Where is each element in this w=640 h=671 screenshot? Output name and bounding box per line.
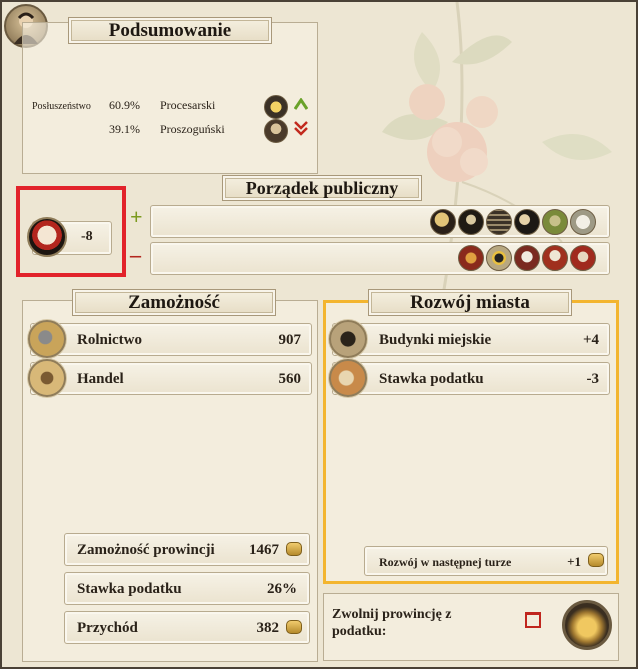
trade-icon xyxy=(28,359,66,397)
development-next-turn-label: Rozwój w następnej turze xyxy=(379,555,512,569)
minus-sign: – xyxy=(130,242,141,267)
tax-rate-icon xyxy=(329,359,367,397)
development-row-label: Stawka podatku xyxy=(379,371,484,387)
development-title: Rozwój miasta xyxy=(368,289,572,316)
obedience-label: Posłuszeństwo xyxy=(32,101,91,112)
skull-icon[interactable] xyxy=(570,245,596,271)
town-buildings-icon xyxy=(329,320,367,358)
wealth-row-label: Rolnictwo xyxy=(77,332,142,348)
wealth-row-label: Handel xyxy=(77,371,124,387)
treasury-coins-icon[interactable] xyxy=(562,600,612,650)
development-row-label: Budynki miejskie xyxy=(379,332,492,348)
wealth-title: Zamożność xyxy=(72,289,276,316)
faction-percent-2: 39.1% xyxy=(109,122,140,136)
scholar-icon[interactable] xyxy=(430,209,456,235)
public-order-positive-bar xyxy=(150,205,610,238)
development-next-turn-value: +1 xyxy=(567,554,581,569)
farming-icon xyxy=(28,320,66,358)
wealth-total-province: Zamożność prowincji 1467 xyxy=(64,533,310,566)
wealth-total-value: 382 xyxy=(256,620,280,636)
food-icon[interactable] xyxy=(570,209,596,235)
wealth-row-trade[interactable]: Handel 560 xyxy=(30,362,312,395)
faction-name-2: Proszoguński xyxy=(160,122,225,136)
development-row-value: -3 xyxy=(586,371,600,387)
development-row-tax-rate[interactable]: Stawka podatku -3 xyxy=(332,362,610,395)
taxes-icon[interactable] xyxy=(458,245,484,271)
tax-exempt-label: Zwolnij prowincję z podatku: xyxy=(332,607,452,639)
tax-exempt-checkbox[interactable] xyxy=(525,612,541,628)
wealth-total-label: Przychód xyxy=(77,620,138,636)
wealth-total-value: 1467 xyxy=(249,542,279,558)
development-next-turn: Rozwój w następnej turze +1 xyxy=(364,546,608,576)
disorder-icon[interactable] xyxy=(486,245,512,271)
public-order-portrait-icon xyxy=(27,217,67,257)
faction-percent-1: 60.9% xyxy=(109,98,140,112)
religion-icon[interactable] xyxy=(514,245,540,271)
summary-title: Podsumowanie xyxy=(68,17,272,44)
wealth-total-income: Przychód 382 xyxy=(64,611,310,644)
coin-icon xyxy=(286,542,302,556)
faction-icon[interactable] xyxy=(542,209,568,235)
building-icon[interactable] xyxy=(486,209,512,235)
coin-icon xyxy=(588,553,604,567)
wealth-total-value: 26% xyxy=(267,581,297,597)
faction-name-1: Procesarski xyxy=(160,98,216,112)
procesarski-faction-icon[interactable] xyxy=(264,95,288,119)
proszogunski-faction-icon[interactable] xyxy=(264,119,288,143)
public-order-title: Porządek publiczny xyxy=(222,175,422,201)
trend-down-icon xyxy=(294,121,308,136)
wealth-row-value: 907 xyxy=(278,332,302,348)
wealth-row-value: 560 xyxy=(278,371,302,387)
development-row-value: +4 xyxy=(582,332,599,348)
wealth-row-farming[interactable]: Rolnictwo 907 xyxy=(30,323,312,356)
coin-icon xyxy=(286,620,302,634)
public-order-negative-bar xyxy=(150,242,610,275)
clan-icon[interactable] xyxy=(514,209,540,235)
development-row-buildings[interactable]: Budynki miejskie +4 xyxy=(332,323,610,356)
samurai-icon[interactable] xyxy=(542,245,568,271)
plus-sign: + xyxy=(130,204,143,229)
army-icon[interactable] xyxy=(458,209,484,235)
public-order-value: -8 xyxy=(81,229,93,244)
province-summary-panel: Podsumowanie Posłuszeństwo 60.9% Procesa… xyxy=(0,0,638,669)
wealth-total-label: Stawka podatku xyxy=(77,581,182,597)
wealth-total-tax-rate: Stawka podatku 26% xyxy=(64,572,310,605)
trend-up-icon xyxy=(294,98,308,110)
wealth-total-label: Zamożność prowincji xyxy=(77,542,215,558)
